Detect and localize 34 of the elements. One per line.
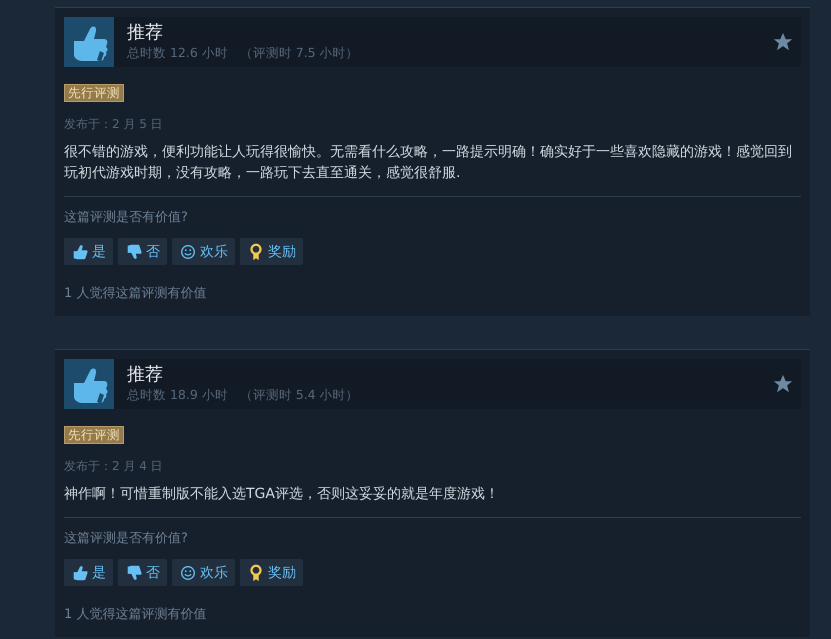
vote-button[interactable]: 欢乐 [172, 238, 235, 265]
thumbs-down-icon [125, 242, 143, 260]
helpful-count: 1 人觉得这篇评测有价值 [64, 606, 208, 623]
vote-button[interactable]: 奖励 [240, 238, 303, 265]
thumbs-up-icon [71, 242, 89, 260]
vote-button[interactable]: 是 [64, 559, 113, 586]
thumbs-up-icon [71, 564, 89, 582]
smiley-icon [179, 242, 197, 260]
thumbs-up-icon [64, 359, 114, 409]
verdict-title: 推荐 [127, 364, 164, 386]
hours-at-review: （评测时 5.4 小时） [240, 386, 359, 404]
vote-button[interactable]: 否 [118, 238, 167, 265]
helpful-count: 1 人觉得这篇评测有价值 [64, 285, 208, 302]
thumbs-down-icon [125, 564, 143, 582]
vote-button[interactable]: 欢乐 [172, 559, 235, 586]
verdict-title: 推荐 [127, 22, 164, 44]
posted-date: 发布于：2 月 4 日 [64, 458, 164, 475]
star-icon[interactable] [772, 373, 794, 395]
total-hours: 总时数 12.6 小时 [127, 44, 228, 62]
hours-at-review: （评测时 7.5 小时） [240, 44, 359, 62]
posted-date: 发布于：2 月 5 日 [64, 116, 164, 133]
total-hours: 总时数 18.9 小时 [127, 386, 228, 404]
smiley-icon [179, 564, 197, 582]
early-access-badge: 先行评测 [64, 84, 124, 102]
vote-button[interactable]: 是 [64, 238, 113, 265]
helpful-question: 这篇评测是否有价值? [64, 209, 189, 226]
vote-button[interactable]: 奖励 [240, 559, 303, 586]
vote-button[interactable]: 否 [118, 559, 167, 586]
star-icon[interactable] [772, 31, 794, 53]
thumbs-up-icon [64, 17, 114, 67]
early-access-badge: 先行评测 [64, 426, 124, 444]
review-text: 很不错的游戏，便利功能让人玩得很愉快。无需看什么攻略，一路提示明确！确实好于一些喜欢隐藏的游戏！感觉回到玩初代游戏时期，没有攻略，一路玩下去直至通关，感觉很舒服. [64, 143, 793, 183]
helpful-question: 这篇评测是否有价值? [64, 530, 189, 547]
review-text: 神作啊！可惜重制版不能入选TGA评选，否则这妥妥的就是年度游戏！ [64, 485, 500, 504]
